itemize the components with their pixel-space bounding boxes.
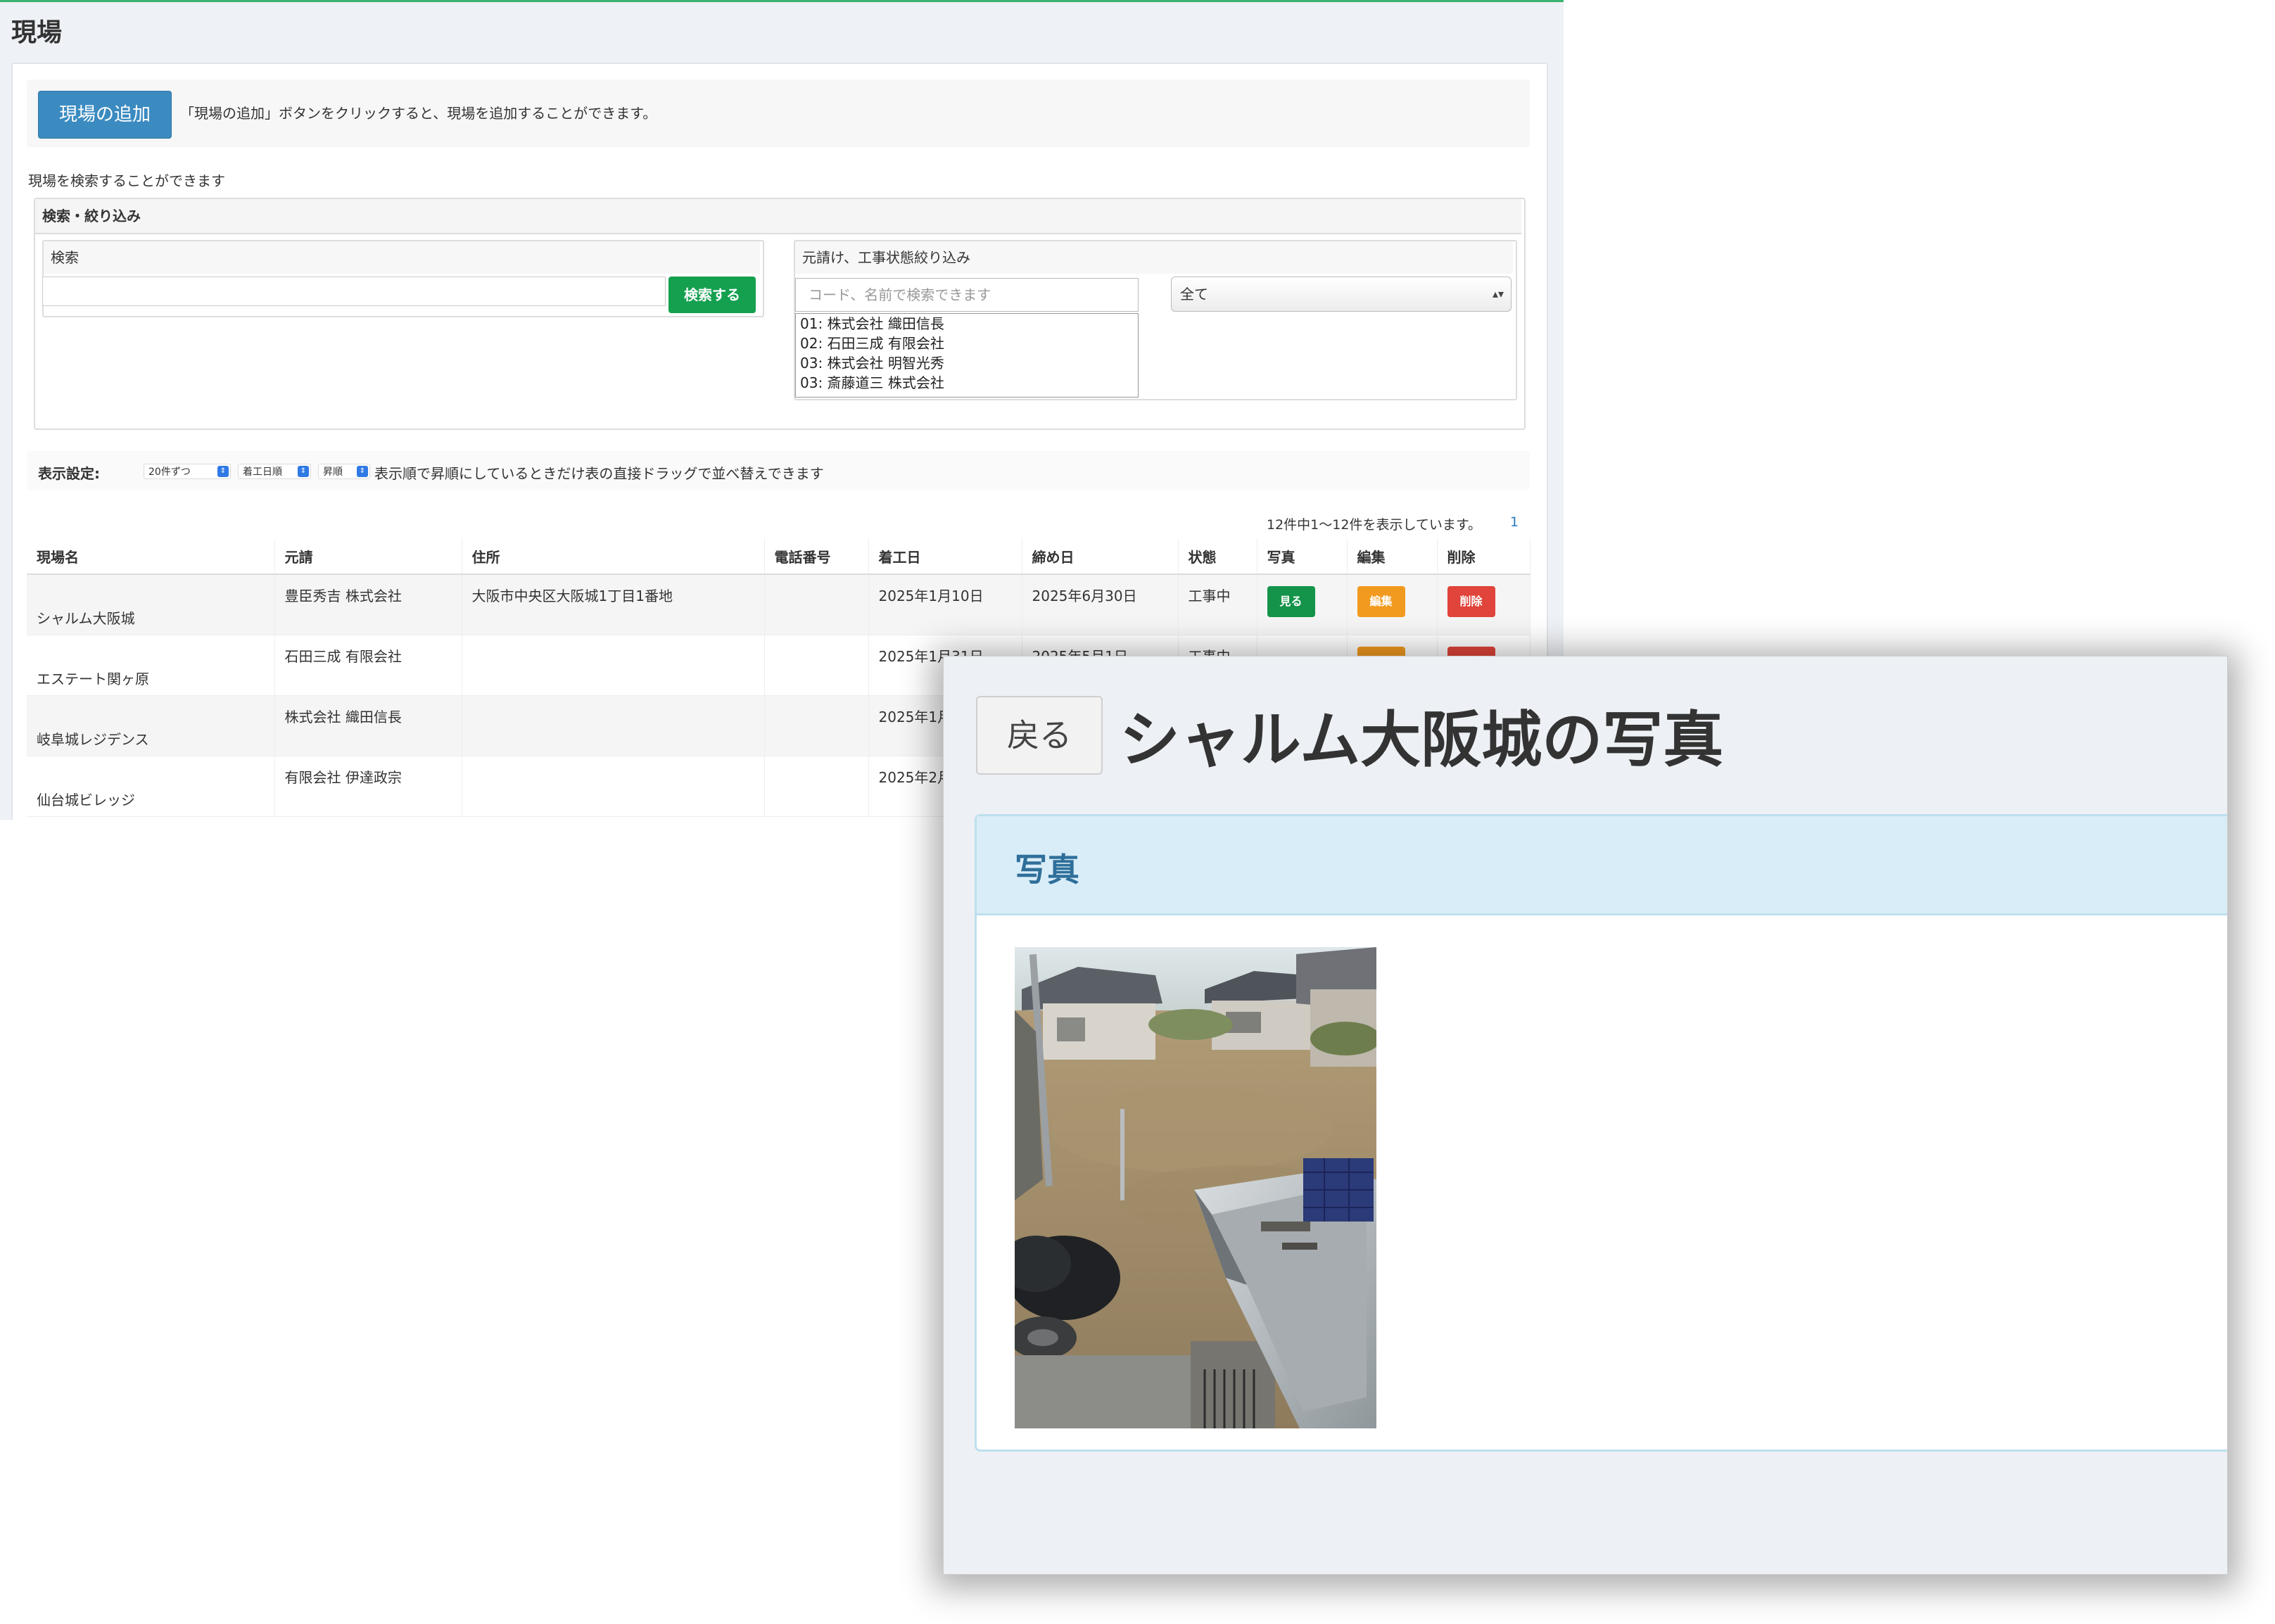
phone-cell <box>764 756 869 817</box>
contractor-option[interactable]: 02: 石田三成 有限会社 <box>796 334 1138 353</box>
site-name-cell: 岐阜城レジデンス <box>27 695 275 756</box>
start-date-cell: 2025年1月10日 <box>868 574 1022 635</box>
column-header: 状態 <box>1178 538 1257 575</box>
photo-panel-heading: 写真 <box>1015 851 1079 889</box>
column-header: 写真 <box>1257 538 1348 575</box>
contractor-cell: 株式会社 織田信長 <box>274 695 462 756</box>
view-photo-button[interactable]: 見る <box>1267 586 1315 617</box>
phone-cell <box>764 695 869 756</box>
contractor-cell: 石田三成 有限会社 <box>274 635 462 696</box>
address-cell <box>462 635 765 696</box>
status-select[interactable]: 全て ▴▾ <box>1171 277 1512 312</box>
contractor-option[interactable]: 01: 株式会社 織田信長 <box>796 314 1138 334</box>
edit-cell: 編集 <box>1347 574 1438 635</box>
sort-by-select[interactable]: 着工日順 ⇕ <box>238 464 311 479</box>
delete-button[interactable]: 削除 <box>1447 586 1495 617</box>
page-title: 現場 <box>11 18 63 47</box>
sort-order-value: 昇順 <box>323 467 343 478</box>
contractor-cell: 有限会社 伊達政宗 <box>274 756 462 817</box>
per-page-value: 20件ずつ <box>148 467 191 478</box>
status-selected-value: 全て <box>1180 286 1208 303</box>
contractor-cell: 豊臣秀吉 株式会社 <box>274 574 462 635</box>
add-site-help-text: 「現場の追加」ボタンをクリックすると、現場を追加することができます。 <box>180 105 657 122</box>
select-arrow-icon: ⇕ <box>217 466 229 477</box>
sort-by-value: 着工日順 <box>243 467 282 478</box>
site-name-cell: 仙台城ビレッジ <box>27 756 275 817</box>
column-header: 削除 <box>1437 538 1531 575</box>
select-arrow-icon: ⇕ <box>298 466 309 477</box>
pagination-page-link[interactable]: 1 <box>1510 514 1519 530</box>
back-button[interactable]: 戻る <box>976 696 1103 775</box>
photo-panel-header: 写真 <box>977 816 2227 915</box>
column-header: 着工日 <box>868 538 1022 575</box>
column-header: 住所 <box>462 538 765 575</box>
phone-cell <box>764 635 869 696</box>
filter-heading: 検索・絞り込み <box>35 199 1521 234</box>
phone-cell <box>764 574 869 635</box>
table-row: シャルム大阪城 豊臣秀吉 株式会社 大阪市中央区大阪城1丁目1番地 2025年1… <box>27 574 1531 635</box>
address-cell <box>462 756 765 817</box>
address-cell <box>462 695 765 756</box>
construction-site-photo[interactable] <box>1015 947 1376 1428</box>
contractor-search-input[interactable]: コード、名前で検索できます <box>795 278 1139 312</box>
contractor-option[interactable]: 03: 斎藤道三 株式会社 <box>796 373 1138 393</box>
contractor-filter-label: 元請け、工事状態絞り込み <box>795 241 1513 274</box>
search-label: 検索 <box>44 241 760 274</box>
result-count-text: 12件中1〜12件を表示しています。 <box>1267 517 1481 533</box>
updown-arrow-icon: ▴▾ <box>1492 287 1504 300</box>
contractor-option[interactable]: 03: 株式会社 明智光秀 <box>796 353 1138 373</box>
column-header: 電話番号 <box>764 538 869 575</box>
site-name-cell: エステート関ヶ原 <box>27 635 275 696</box>
modal-title: シャルム大阪城の写真 <box>1120 705 1724 775</box>
edit-button[interactable]: 編集 <box>1357 586 1405 617</box>
search-intro-text: 現場を検索することができます <box>28 172 225 189</box>
search-input[interactable] <box>42 277 666 306</box>
column-header: 元請 <box>274 538 462 575</box>
site-name-cell: シャルム大阪城 <box>27 574 275 635</box>
column-header: 締め日 <box>1022 538 1179 575</box>
contractor-listbox[interactable]: 01: 株式会社 織田信長 02: 石田三成 有限会社 03: 株式会社 明智光… <box>795 313 1139 398</box>
select-arrow-icon: ⇕ <box>357 466 368 477</box>
photo-panel: 写真 <box>975 814 2227 1452</box>
display-help-text: 表示順で昇順にしているときだけ表の直接ドラッグで並べ替えできます <box>374 465 824 482</box>
search-button[interactable]: 検索する <box>668 277 756 313</box>
status-cell: 工事中 <box>1178 574 1257 635</box>
address-cell: 大阪市中央区大阪城1丁目1番地 <box>462 574 765 635</box>
per-page-select[interactable]: 20件ずつ ⇕ <box>144 464 231 479</box>
column-header: 編集 <box>1347 538 1438 575</box>
delete-cell: 削除 <box>1437 574 1531 635</box>
column-header: 現場名 <box>27 538 275 575</box>
table-header-row: 現場名 元請 住所 電話番号 着工日 締め日 状態 写真 編集 削除 <box>27 538 1531 575</box>
photo-cell: 見る <box>1257 574 1348 635</box>
add-site-button[interactable]: 現場の追加 <box>38 91 172 139</box>
display-settings-label: 表示設定: <box>38 465 100 482</box>
close-date-cell: 2025年6月30日 <box>1022 574 1179 635</box>
photo-modal-window: 戻る シャルム大阪城の写真 写真 <box>943 656 2228 1575</box>
sort-order-select[interactable]: 昇順 ⇕ <box>318 464 370 479</box>
